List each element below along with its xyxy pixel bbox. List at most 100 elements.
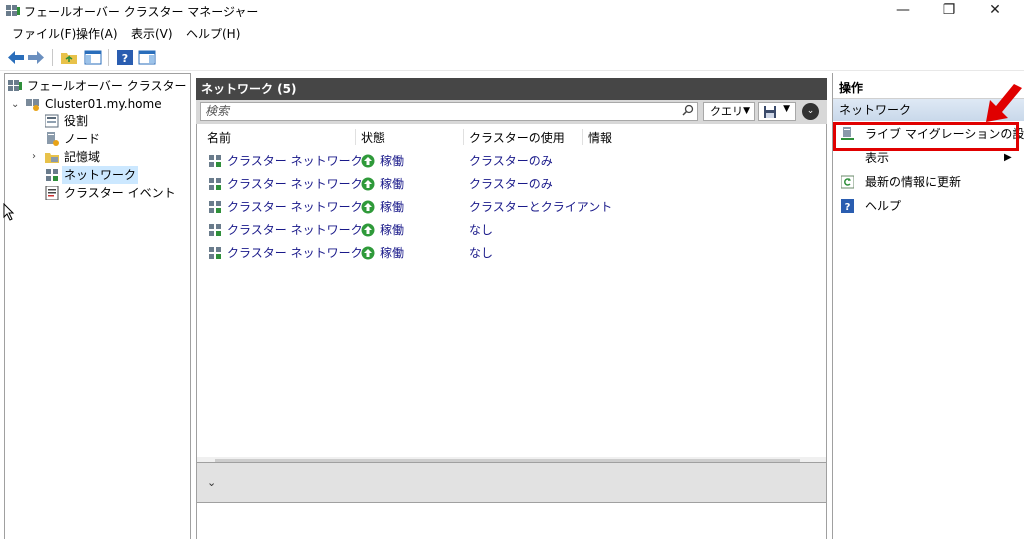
help-icon: ? (841, 199, 854, 213)
menu-help[interactable]: ヘルプ(H) (186, 25, 240, 42)
save-icon (764, 106, 776, 118)
row-status: 稼働 (380, 200, 405, 214)
network-list: 名前 状態 クラスターの使用 情報 クラスター ネットワーク 1 稼働 クラスタ… (196, 124, 827, 457)
results-pane: ネットワーク (5) 検索 クエリ ▼ ▼ ⌄ 名前 状態 クラスターの使用 情… (196, 73, 827, 539)
table-row[interactable]: クラスター ネットワーク 4 稼働 なし (197, 218, 826, 241)
chevron-right-icon[interactable]: › (32, 152, 42, 162)
menu-file[interactable]: ファイル(F) (12, 25, 76, 42)
chevron-down-icon[interactable]: ⌄ (11, 100, 21, 110)
row-name: クラスター ネットワーク 1 (227, 154, 375, 168)
cluster-manager-icon (6, 5, 20, 16)
red-arrow-icon (986, 84, 1022, 122)
row-status: 稼働 (380, 154, 405, 168)
close-button[interactable]: ✕ (972, 0, 1018, 22)
row-name: クラスター ネットワーク 2 (227, 177, 375, 191)
status-up-icon (361, 154, 375, 168)
mouse-cursor-icon (3, 203, 15, 221)
chevron-down-icon[interactable]: ⌄ (207, 476, 216, 489)
column-header-info[interactable]: 情報 (588, 129, 612, 147)
row-name: クラスター ネットワーク 3 (227, 200, 375, 214)
svg-text:?: ? (845, 202, 851, 213)
row-name: クラスター ネットワーク 5 (227, 246, 375, 260)
action-label: ヘルプ (865, 199, 902, 213)
back-arrow-icon[interactable] (7, 49, 25, 66)
row-status: 稼働 (380, 223, 405, 237)
column-header-status[interactable]: 状態 (361, 129, 385, 147)
menu-view[interactable]: 表示(V) (131, 25, 173, 42)
forward-arrow-icon[interactable] (27, 49, 45, 66)
column-header-name[interactable]: 名前 (207, 129, 231, 147)
row-status: 稼働 (380, 246, 405, 260)
network-icon (209, 155, 221, 167)
show-hide-action-pane-icon[interactable] (138, 49, 156, 66)
toolbar: ? (0, 44, 1024, 71)
row-usage: なし (469, 223, 494, 237)
action-help[interactable]: ? ヘルプ (833, 194, 1024, 218)
status-up-icon (361, 246, 375, 260)
query-button[interactable]: クエリ ▼ (703, 102, 755, 121)
storage-icon (45, 153, 59, 163)
nodes-icon (47, 132, 59, 146)
search-icon[interactable] (682, 104, 694, 116)
menu-action[interactable]: 操作(A) (76, 25, 118, 42)
column-separator[interactable] (582, 129, 583, 145)
up-folder-icon[interactable] (60, 49, 78, 66)
network-icon (209, 201, 221, 213)
refresh-icon (841, 175, 854, 189)
network-icon (209, 178, 221, 190)
console-tree: フェールオーバー クラスター マネージャ ⌄ Cluster01.my.home… (4, 73, 191, 539)
action-refresh[interactable]: 最新の情報に更新 (833, 170, 1024, 194)
help-icon[interactable]: ? (116, 49, 134, 66)
cluster-manager-icon (8, 80, 22, 91)
chevron-down-icon: ▼ (783, 104, 790, 114)
network-icon (209, 247, 221, 259)
title-bar: フェールオーバー クラスター マネージャー — ❐ ✕ (0, 0, 1024, 22)
minimize-button[interactable]: — (880, 0, 926, 22)
search-input[interactable]: 検索 (200, 102, 698, 121)
query-label: クエリ (710, 105, 743, 118)
table-row[interactable]: クラスター ネットワーク 3 稼働 クラスターとクライアント (197, 195, 826, 218)
row-usage: なし (469, 246, 494, 260)
detail-header[interactable]: ⌄ (196, 462, 827, 503)
tree-nodes-label: ノード (64, 132, 101, 146)
svg-text:?: ? (122, 52, 128, 65)
events-icon (45, 186, 59, 200)
column-separator[interactable] (355, 129, 356, 145)
results-header: ネットワーク (5) (196, 78, 827, 100)
save-query-button[interactable]: ▼ (758, 102, 796, 121)
tree-networks-label: ネットワーク (62, 166, 139, 184)
tree-cluster-label: Cluster01.my.home (45, 97, 162, 111)
tree-events-label: クラスター イベント (64, 186, 176, 200)
tree-roles-label: 役割 (64, 114, 89, 128)
tree-root-label: フェールオーバー クラスター マネージャ (27, 79, 190, 93)
row-usage: クラスターのみ (469, 177, 553, 191)
row-status: 稼働 (380, 177, 405, 191)
status-up-icon (361, 200, 375, 214)
chevron-down-icon: ▼ (743, 106, 750, 116)
column-header-usage[interactable]: クラスターの使用 (469, 129, 565, 147)
network-icon (46, 169, 58, 181)
table-row[interactable]: クラスター ネットワーク 2 稼働 クラスターのみ (197, 172, 826, 195)
column-separator[interactable] (463, 129, 464, 145)
detail-pane: ⌄ (196, 462, 827, 539)
toolbar-separator (108, 49, 109, 66)
toolbar-separator (52, 49, 53, 66)
menu-bar: ファイル(F) 操作(A) 表示(V) ヘルプ(H) (0, 22, 1024, 44)
row-usage: クラスターのみ (469, 154, 553, 168)
table-row[interactable]: クラスター ネットワーク 5 稼働 なし (197, 241, 826, 264)
tree-storage-label: 記憶域 (64, 150, 101, 164)
network-icon (209, 224, 221, 236)
detail-body (196, 503, 827, 539)
show-hide-console-tree-icon[interactable] (84, 49, 102, 66)
table-row[interactable]: クラスター ネットワーク 1 稼働 クラスターのみ (197, 149, 826, 172)
highlight-annotation (833, 122, 1019, 151)
action-label: 最新の情報に更新 (865, 175, 962, 189)
status-up-icon (361, 223, 375, 237)
collapse-toggle-icon[interactable]: ⌄ (802, 103, 819, 120)
row-name: クラスター ネットワーク 4 (227, 223, 375, 237)
row-usage: クラスターとクライアント (469, 200, 613, 214)
window-title: フェールオーバー クラスター マネージャー (24, 5, 259, 19)
restore-button[interactable]: ❐ (926, 0, 972, 22)
search-bar: 検索 クエリ ▼ ▼ ⌄ (196, 100, 827, 124)
cluster-icon (26, 99, 39, 111)
